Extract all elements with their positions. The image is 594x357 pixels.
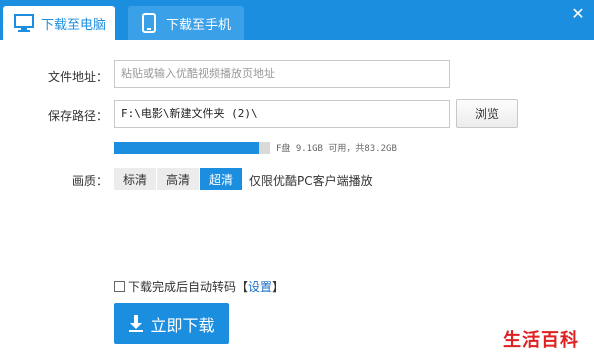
disk-info-text: F盘 9.1GB 可用，共83.2GB [276, 144, 397, 154]
auto-convert-checkbox[interactable] [114, 281, 125, 292]
address-input[interactable]: 粘贴或输入优酷视频播放页地址 [114, 60, 450, 88]
download-now-button[interactable]: 立即下载 [114, 303, 229, 344]
auto-convert-row: 下载完成后自动转码【 设置 】 [114, 278, 284, 295]
tab-download-to-pc[interactable]: 下载至电脑 [3, 6, 115, 40]
auto-convert-suffix: 】 [272, 280, 285, 294]
download-icon [128, 314, 144, 333]
path-label: 保存路径： [47, 109, 108, 123]
title-bar: 下载至电脑 下载至手机 ✕ [0, 0, 594, 40]
disk-usage-bar [114, 142, 270, 154]
disk-usage-fill [114, 142, 260, 154]
address-label: 文件地址： [47, 70, 108, 84]
quality-note: 仅限优酷PC客户端播放 [249, 174, 373, 188]
quality-sd-button[interactable]: 标清 [114, 168, 156, 190]
quality-label: 画质： [72, 174, 109, 188]
tab-label: 下载至电脑 [41, 17, 107, 33]
tab-download-to-phone[interactable]: 下载至手机 [128, 6, 244, 40]
auto-convert-label: 下载完成后自动转码【 [128, 280, 249, 294]
save-path-input[interactable]: F:\电影\新建文件夹 (2)\ [114, 100, 450, 128]
quality-superhd-button[interactable]: 超清 [200, 168, 242, 190]
browse-button[interactable]: 浏览 [456, 99, 518, 128]
tab-label: 下载至手机 [166, 17, 232, 33]
quality-hd-button[interactable]: 高清 [157, 168, 199, 190]
close-icon[interactable]: ✕ [570, 6, 586, 22]
watermark-logo: 生活百科 [503, 330, 579, 351]
monitor-icon [13, 12, 35, 34]
phone-icon [138, 12, 160, 34]
download-now-label: 立即下载 [150, 315, 215, 335]
settings-link[interactable]: 设置 [248, 278, 272, 295]
